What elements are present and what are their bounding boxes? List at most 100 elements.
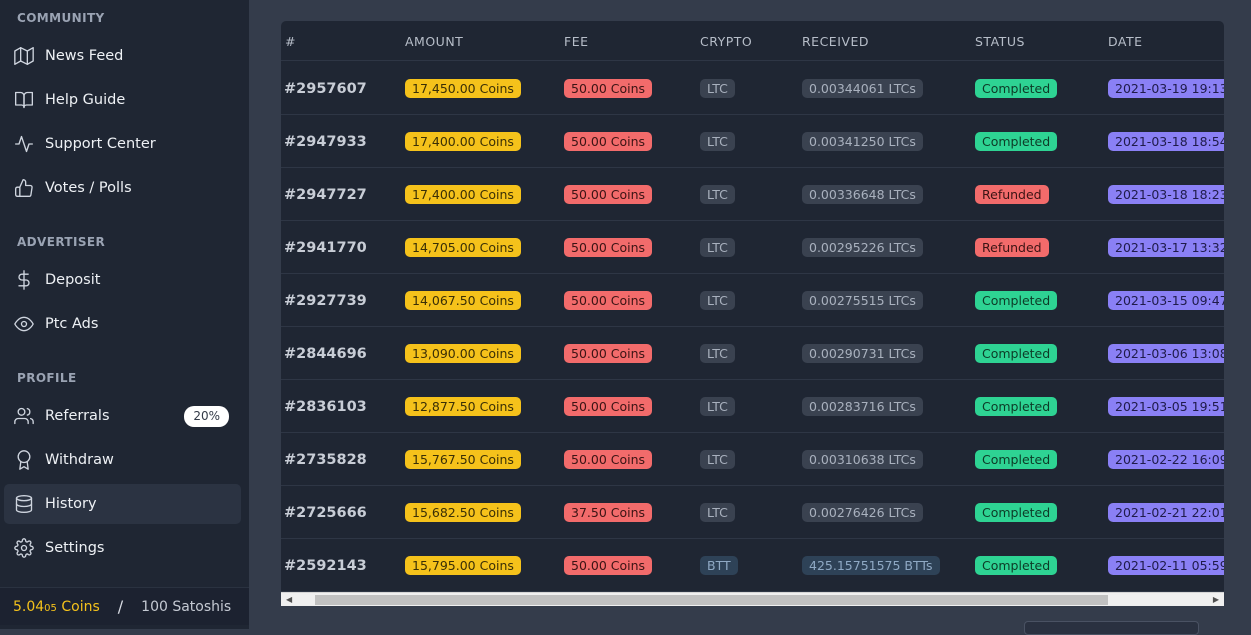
table-cell-received: 0.00276426 LTCs	[802, 486, 923, 539]
sidebar-item-label: Ptc Ads	[45, 316, 99, 332]
sidebar-item-referrals[interactable]: Referrals 20%	[4, 396, 241, 436]
table-cell-amount: 17,450.00 Coins	[405, 62, 521, 115]
table-cell-fee: 50.00 Coins	[564, 327, 653, 380]
status-badge: Completed	[975, 503, 1058, 522]
transaction-id: #2957607	[284, 80, 367, 97]
crypto-badge: LTC	[700, 397, 735, 416]
table-row: #2735828 15,767.50 Coins 50.00 Coins LTC 0.0…	[281, 433, 1224, 486]
date-badge: 2021-02-21 22:01:5	[1108, 503, 1224, 522]
status-badge: Completed	[975, 291, 1058, 310]
amount-badge: 15,795.00 Coins	[405, 556, 521, 575]
scroll-left-arrow[interactable]: ◀	[286, 595, 292, 604]
table-cell-amount: 14,705.00 Coins	[405, 221, 521, 274]
status-badge: Refunded	[975, 238, 1049, 257]
table-cell-amount: 13,090.00 Coins	[405, 327, 521, 380]
crypto-badge: LTC	[700, 132, 735, 151]
sidebar-item-deposit[interactable]: Deposit	[4, 260, 241, 300]
amount-badge: 17,400.00 Coins	[405, 132, 521, 151]
fee-badge: 50.00 Coins	[564, 185, 653, 204]
date-badge: 2021-02-22 16:09:2	[1108, 450, 1224, 469]
table-cell-date: 2021-02-22 16:09:2	[1108, 433, 1224, 486]
table-cell-status: Completed	[975, 327, 1058, 380]
sidebar-item-label: Deposit	[45, 272, 101, 288]
amount-badge: 12,877.50 Coins	[405, 397, 521, 416]
table-header: # AMOUNT FEE CRYPTO RECEIVED STATUS DATE	[281, 21, 1224, 61]
status-badge: Completed	[975, 397, 1058, 416]
sidebar-item-support-center[interactable]: Support Center	[4, 124, 241, 164]
table-cell-received: 0.00310638 LTCs	[802, 433, 923, 486]
table-row: #2941770 14,705.00 Coins 50.00 Coins LTC 0.0…	[281, 221, 1224, 274]
sidebar-item-news-feed[interactable]: News Feed	[4, 36, 241, 76]
column-header-status: STATUS	[975, 34, 1025, 49]
table-cell-fee: 50.00 Coins	[564, 62, 653, 115]
received-badge: 0.00344061 LTCs	[802, 79, 923, 98]
sidebar-item-history[interactable]: History	[4, 484, 241, 524]
section-title-advertiser: ADVERTISER	[17, 235, 106, 249]
table-cell-id: #2592143	[284, 539, 367, 592]
table-cell-status: Refunded	[975, 168, 1049, 221]
balance-bar: 5.0405 Coins / 100 Satoshis	[0, 587, 249, 625]
sidebar-item-ptc-ads[interactable]: Ptc Ads	[4, 304, 241, 344]
received-badge: 0.00295226 LTCs	[802, 238, 923, 257]
dollar-icon	[13, 269, 35, 291]
table-cell-crypto: LTC	[700, 274, 735, 327]
table-row: #2927739 14,067.50 Coins 50.00 Coins LTC 0.0…	[281, 274, 1224, 327]
sidebar-item-help-guide[interactable]: Help Guide	[4, 80, 241, 120]
table-cell-received: 0.00290731 LTCs	[802, 327, 923, 380]
section-title-community: COMMUNITY	[17, 11, 105, 25]
sidebar-item-withdraw[interactable]: Withdraw	[4, 440, 241, 480]
table-cell-fee: 50.00 Coins	[564, 221, 653, 274]
map-icon	[13, 45, 35, 67]
table-cell-date: 2021-03-18 18:23:3	[1108, 168, 1224, 221]
sidebar-item-settings[interactable]: Settings	[4, 528, 241, 568]
sidebar-item-label: Support Center	[45, 136, 156, 152]
date-badge: 2021-02-11 05:59:4	[1108, 556, 1224, 575]
table-cell-fee: 50.00 Coins	[564, 380, 653, 433]
book-icon	[13, 89, 35, 111]
table-cell-status: Completed	[975, 115, 1058, 168]
table-cell-amount: 12,877.50 Coins	[405, 380, 521, 433]
column-header-crypto: CRYPTO	[700, 34, 753, 49]
transaction-id: #2725666	[284, 504, 367, 521]
column-header-fee: FEE	[564, 34, 589, 49]
crypto-badge: LTC	[700, 238, 735, 257]
date-badge: 2021-03-18 18:23:3	[1108, 185, 1224, 204]
amount-badge: 13,090.00 Coins	[405, 344, 521, 363]
status-badge: Completed	[975, 79, 1058, 98]
crypto-badge: LTC	[700, 185, 735, 204]
scroll-right-arrow[interactable]: ▶	[1213, 595, 1219, 604]
fee-badge: 50.00 Coins	[564, 291, 653, 310]
coin-balance: 5.0405 Coins	[13, 598, 100, 615]
date-badge: 2021-03-15 09:47:5	[1108, 291, 1224, 310]
table-cell-amount: 15,682.50 Coins	[405, 486, 521, 539]
column-header-amount: AMOUNT	[405, 34, 464, 49]
table-cell-status: Completed	[975, 433, 1058, 486]
table-cell-amount: 17,400.00 Coins	[405, 115, 521, 168]
table-cell-fee: 50.00 Coins	[564, 539, 653, 592]
received-badge: 0.00275515 LTCs	[802, 291, 923, 310]
table-cell-id: #2941770	[284, 221, 367, 274]
sidebar-item-votes-polls[interactable]: Votes / Polls	[4, 168, 241, 208]
table-cell-amount: 15,767.50 Coins	[405, 433, 521, 486]
column-header-id: #	[285, 34, 296, 49]
transaction-id: #2844696	[284, 345, 367, 362]
scrollbar-thumb[interactable]	[315, 595, 1108, 605]
table-row: #2836103 12,877.50 Coins 50.00 Coins LTC 0.0…	[281, 380, 1224, 433]
table-cell-crypto: LTC	[700, 62, 735, 115]
table-row: #2957607 17,450.00 Coins 50.00 Coins LTC 0.0…	[281, 62, 1224, 115]
horizontal-scrollbar[interactable]: ◀ ▶	[281, 592, 1224, 606]
table-cell-status: Completed	[975, 539, 1058, 592]
amount-badge: 14,067.50 Coins	[405, 291, 521, 310]
sidebar-item-label: Help Guide	[45, 92, 126, 108]
sidebar-item-label: Settings	[45, 540, 105, 556]
crypto-badge: LTC	[700, 79, 735, 98]
table-cell-status: Completed	[975, 380, 1058, 433]
status-badge: Completed	[975, 344, 1058, 363]
status-badge: Completed	[975, 132, 1058, 151]
table-row: #2592143 15,795.00 Coins 50.00 Coins BTT 425…	[281, 539, 1224, 592]
crypto-badge: LTC	[700, 291, 735, 310]
sidebar-item-label: History	[45, 496, 97, 512]
fee-badge: 50.00 Coins	[564, 344, 653, 363]
sidebar-item-label: News Feed	[45, 48, 124, 64]
pagination[interactable]	[1024, 621, 1199, 635]
